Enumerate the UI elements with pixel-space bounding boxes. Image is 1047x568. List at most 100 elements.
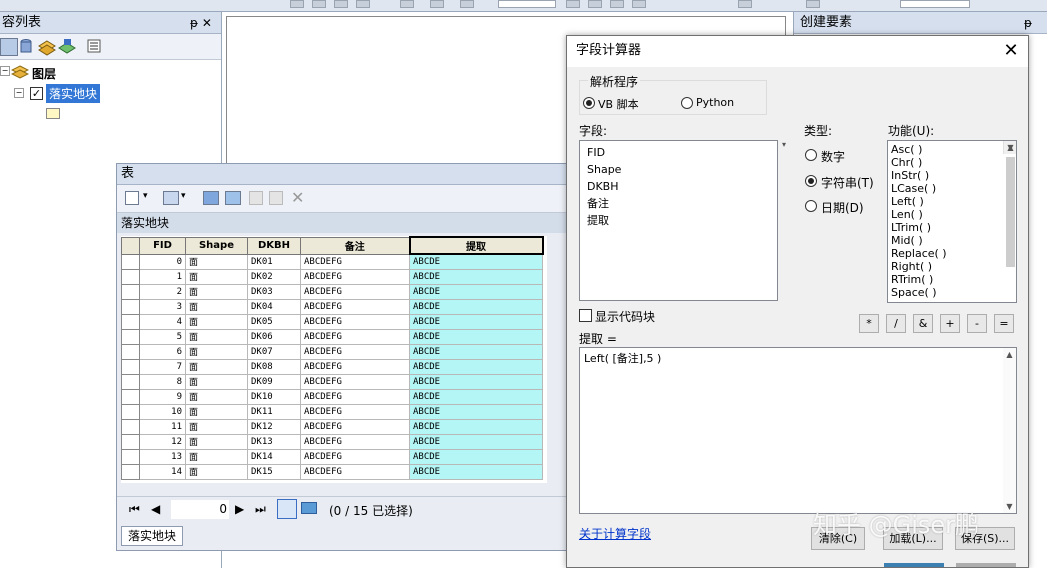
table-cell[interactable]: 14 [139,463,186,480]
table-cell[interactable]: 8 [139,373,186,390]
table-cell[interactable]: ABCDEFG [300,373,410,390]
operator-minus-button[interactable]: - [967,314,987,333]
table-cell[interactable]: 面 [185,463,248,480]
previous-record-icon[interactable]: ◀ [151,502,160,516]
row-selector[interactable] [121,343,140,360]
show-codeblock-checkbox[interactable] [579,309,592,322]
show-selected-records-icon[interactable] [301,502,317,514]
table-cell[interactable]: ABCDEFG [300,298,410,315]
table-cell[interactable]: ABCDE [409,253,543,270]
table-cell[interactable]: ABCDEFG [300,253,410,270]
type-date-radio[interactable] [805,200,817,212]
table-cell[interactable]: 6 [139,343,186,360]
table-cell[interactable]: ABCDE [409,433,543,450]
table-cell[interactable]: DK03 [247,283,301,300]
row-selector[interactable] [121,253,140,270]
table-row[interactable]: 9 面 DK10 ABCDEFG ABCDE [121,388,543,405]
table-row[interactable]: 3 面 DK04 ABCDEFG ABCDE [121,298,543,315]
toolbar-icon[interactable] [400,0,414,8]
chevron-down-icon[interactable]: ▾ [143,191,148,201]
table-cell[interactable]: ABCDE [409,313,543,330]
list-item[interactable]: Right( ) [888,260,1016,273]
table-cell[interactable]: ABCDE [409,328,543,345]
table-cell[interactable]: ABCDE [409,343,543,360]
toolbar-icon[interactable] [312,0,326,8]
list-item[interactable]: 提取 [580,212,777,229]
table-cell[interactable]: 面 [185,358,248,375]
table-cell[interactable]: 面 [185,418,248,435]
functions-list[interactable]: Asc( ) Chr( ) InStr( ) LCase( ) Left( ) … [887,140,1017,303]
table-cell[interactable]: 面 [185,403,248,420]
list-item[interactable]: FID [580,144,777,161]
font-combo[interactable] [900,0,970,8]
table-cell[interactable]: ABCDE [409,283,543,300]
table-tab[interactable]: 落实地块 [121,526,183,546]
clear-selection-icon[interactable] [249,191,263,205]
row-selector-header[interactable] [121,236,140,255]
column-header[interactable]: DKBH [247,236,301,255]
table-options-icon[interactable] [125,191,139,205]
row-selector[interactable] [121,358,140,375]
table-cell[interactable]: ABCDEFG [300,328,410,345]
table-cell[interactable]: ABCDEFG [300,343,410,360]
operator-divide-button[interactable]: / [886,314,906,333]
toolbar-icon[interactable] [588,0,602,8]
layer-collapse-toggle[interactable]: − [14,88,24,98]
functions-scrollbar[interactable]: ▲ ▼ [1003,141,1016,267]
delete-selected-icon[interactable]: ✕ [291,188,304,207]
row-selector[interactable] [121,328,140,345]
table-row[interactable]: 5 面 DK06 ABCDEFG ABCDE [121,328,543,345]
table-cell[interactable]: ABCDEFG [300,448,410,465]
list-item[interactable]: LTrim( ) [888,221,1016,234]
fields-dropdown-icon[interactable]: ▾ [782,140,786,149]
table-cell[interactable]: DK08 [247,358,301,375]
table-cell[interactable]: DK09 [247,373,301,390]
table-cell[interactable]: ABCDE [409,403,543,420]
table-row[interactable]: 7 面 DK08 ABCDEFG ABCDE [121,358,543,375]
table-row[interactable]: 14 面 DK15 ABCDEFG ABCDE [121,463,543,480]
create-panel-pin[interactable]: ᵽ [1024,12,1032,34]
table-cell[interactable]: ABCDEFG [300,358,410,375]
row-selector[interactable] [121,268,140,285]
table-row[interactable]: 1 面 DK02 ABCDEFG ABCDE [121,268,543,285]
table-row[interactable]: 12 面 DK13 ABCDEFG ABCDE [121,433,543,450]
list-by-source-icon[interactable] [18,38,36,56]
toolbar-icon[interactable] [806,0,820,8]
table-cell[interactable]: ABCDEFG [300,463,410,480]
related-tables-icon[interactable] [163,191,179,205]
table-row[interactable]: 0 面 DK01 ABCDEFG ABCDE [121,253,543,270]
table-row[interactable]: 2 面 DK03 ABCDEFG ABCDE [121,283,543,300]
table-cell[interactable]: 9 [139,388,186,405]
switch-selection-icon[interactable] [225,191,241,205]
cancel-button-edge[interactable] [956,563,1016,567]
table-cell[interactable]: ABCDEFG [300,388,410,405]
row-selector[interactable] [121,298,140,315]
toolbar-icon[interactable] [334,0,348,8]
list-item[interactable]: Left( ) [888,195,1016,208]
close-icon[interactable]: ✕ [1000,40,1022,62]
layer-name-selected[interactable]: 落实地块 [46,84,101,103]
table-cell[interactable]: 4 [139,313,186,330]
table-cell[interactable]: DK13 [247,433,301,450]
ok-button-edge[interactable] [884,563,944,567]
show-all-records-icon[interactable] [277,499,297,519]
table-cell[interactable]: 5 [139,328,186,345]
toolbar-icon[interactable] [610,0,624,8]
table-row[interactable]: 4 面 DK05 ABCDEFG ABCDE [121,313,543,330]
table-row[interactable]: 11 面 DK12 ABCDEFG ABCDE [121,418,543,435]
list-by-visibility-icon[interactable] [38,38,56,56]
table-cell[interactable]: 0 [139,253,186,270]
table-cell[interactable]: DK05 [247,313,301,330]
table-cell[interactable]: ABCDE [409,463,543,480]
collapse-toggle[interactable]: − [0,66,10,76]
table-cell[interactable]: ABCDE [409,388,543,405]
list-item[interactable]: Replace( ) [888,247,1016,260]
operator-equals-button[interactable]: = [994,314,1014,333]
table-cell[interactable]: 3 [139,298,186,315]
list-item[interactable]: Len( ) [888,208,1016,221]
table-cell[interactable]: 面 [185,268,248,285]
table-cell[interactable]: 面 [185,328,248,345]
table-cell[interactable]: ABCDE [409,268,543,285]
type-number-radio[interactable] [805,149,817,161]
toolbar-icon[interactable] [430,0,444,8]
